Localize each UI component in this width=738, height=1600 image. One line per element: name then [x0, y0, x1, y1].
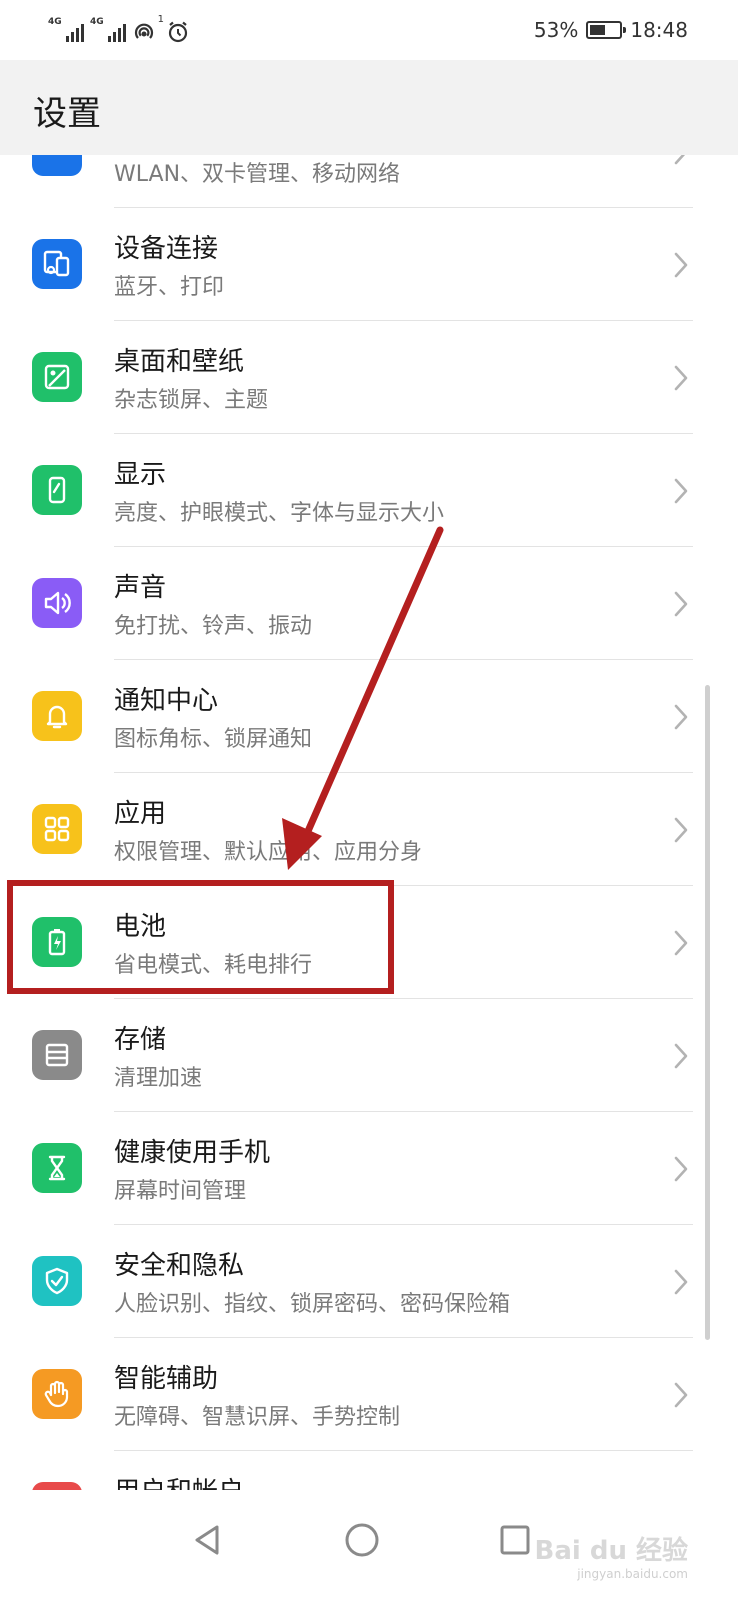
sound-icon — [32, 578, 82, 628]
settings-item-title: 安全和隐私 — [114, 1251, 245, 1281]
hotspot-count: 1 — [157, 14, 164, 25]
chevron-right-icon — [674, 478, 688, 504]
settings-list[interactable]: WLAN、双卡管理、移动网络设备连接蓝牙、打印桌面和壁纸杂志锁屏、主题显示亮度、… — [0, 155, 738, 1490]
settings-item-title: 声音 — [114, 573, 167, 603]
storage-icon — [32, 1030, 82, 1080]
home-icon — [345, 1523, 379, 1557]
settings-item-title: 通知中心 — [114, 686, 219, 716]
settings-item-title: 设备连接 — [114, 234, 219, 264]
chevron-right-icon — [674, 1156, 688, 1182]
navigation-bar: Bai du 经验 jingyan.baidu.com — [0, 1490, 738, 1600]
watermark-url: jingyan.baidu.com — [577, 1567, 688, 1581]
app-header: 设置 — [0, 60, 738, 155]
settings-item-subtitle: 权限管理、默认应用、应用分身 — [114, 840, 423, 865]
chevron-right-icon — [674, 704, 688, 730]
wallpaper-icon — [32, 352, 82, 402]
settings-item-subtitle: 免打扰、铃声、振动 — [114, 614, 313, 639]
settings-item-subtitle: 屏幕时间管理 — [114, 1179, 247, 1204]
hand-icon — [32, 1369, 82, 1419]
apps-icon — [32, 804, 82, 854]
sim2-network-tag: 4G — [90, 17, 104, 27]
hourglass-icon — [32, 1143, 82, 1193]
home-button[interactable] — [332, 1510, 392, 1570]
chevron-right-icon — [674, 155, 686, 165]
settings-item[interactable]: 显示亮度、护眼模式、字体与显示大小 — [0, 434, 738, 547]
user-icon — [32, 1482, 82, 1490]
settings-item[interactable]: 应用权限管理、默认应用、应用分身 — [0, 773, 738, 886]
settings-item-title: 用户和帐户 — [114, 1471, 244, 1490]
status-bar: 4G 4G 1 53% 18:48 — [0, 0, 738, 60]
settings-item[interactable]: 存储 清理加速 — [0, 999, 738, 1112]
chevron-right-icon — [674, 1043, 688, 1069]
settings-item-subtitle: 无障碍、智慧识屏、手势控制 — [114, 1405, 401, 1430]
settings-item[interactable]: 桌面和壁纸杂志锁屏、主题 — [0, 321, 738, 434]
settings-item[interactable]: 通知中心图标角标、锁屏通知 — [0, 660, 738, 773]
highlight-box — [7, 880, 394, 994]
watermark-brand: Bai du 经验 — [534, 1536, 689, 1566]
chevron-right-icon — [674, 817, 688, 843]
settings-item-subtitle: 清理加速 — [114, 1066, 203, 1091]
baidu-watermark: Bai du 经验 jingyan.baidu.com — [535, 1530, 689, 1581]
settings-item-title: 存储 — [114, 1025, 167, 1055]
settings-item-subtitle: 图标角标、锁屏通知 — [114, 727, 313, 752]
settings-item-subtitle: 亮度、护眼模式、字体与显示大小 — [114, 501, 445, 526]
clock-time: 18:48 — [630, 18, 688, 42]
status-icons-right: 53% 18:48 — [534, 14, 688, 46]
signal-sim1-icon: 4G — [48, 18, 84, 44]
battery-percent: 53% — [533, 18, 579, 42]
settings-item-title: 智能辅助 — [114, 1364, 219, 1394]
chevron-right-icon — [674, 365, 688, 391]
settings-item[interactable]: 安全和隐私人脸识别、指纹、锁屏密码、密码保险箱 — [0, 1225, 738, 1338]
settings-item-title: 桌面和壁纸 — [114, 347, 245, 377]
bell-icon — [32, 691, 82, 741]
settings-item-subtitle: WLAN、双卡管理、移动网络 — [114, 162, 401, 187]
settings-item-subtitle: 人脸识别、指纹、锁屏密码、密码保险箱 — [114, 1292, 511, 1317]
settings-item[interactable]: 智能辅助无障碍、智慧识屏、手势控制 — [0, 1338, 738, 1451]
status-icons-left: 4G 4G 1 — [48, 14, 190, 44]
chevron-right-icon — [674, 252, 688, 278]
settings-item-title: 应用 — [114, 799, 167, 829]
back-button[interactable] — [178, 1510, 238, 1570]
chevron-right-icon — [674, 591, 688, 617]
hotspot-icon: 1 — [132, 14, 164, 44]
shield-icon — [32, 1256, 82, 1306]
battery-status-icon — [586, 21, 627, 39]
device-connection-icon — [32, 239, 82, 289]
sim1-network-tag: 4G — [48, 17, 62, 27]
chevron-right-icon — [674, 930, 688, 956]
recents-icon — [500, 1525, 530, 1555]
alarm-icon — [166, 20, 190, 44]
network-icon — [32, 155, 82, 176]
settings-item[interactable]: 健康使用手机屏幕时间管理 — [0, 1112, 738, 1225]
chevron-right-icon — [674, 1382, 688, 1408]
settings-item-subtitle: 杂志锁屏、主题 — [114, 388, 269, 413]
display-icon — [32, 465, 82, 515]
settings-item[interactable]: WLAN、双卡管理、移动网络 — [0, 155, 738, 208]
signal-sim2-icon: 4G — [90, 18, 126, 44]
chevron-right-icon — [674, 1269, 688, 1295]
page-title: 设置 — [33, 94, 101, 134]
settings-item-title: 健康使用手机 — [114, 1138, 271, 1168]
settings-item[interactable]: 用户和帐户 — [0, 1451, 738, 1490]
settings-item-subtitle: 蓝牙、打印 — [114, 275, 225, 300]
settings-item[interactable]: 声音免打扰、铃声、振动 — [0, 547, 738, 660]
settings-item[interactable]: 设备连接 蓝牙、打印 — [0, 208, 738, 321]
scrollbar[interactable] — [705, 685, 710, 1340]
back-icon — [195, 1525, 219, 1555]
settings-item-title: 显示 — [114, 460, 167, 490]
